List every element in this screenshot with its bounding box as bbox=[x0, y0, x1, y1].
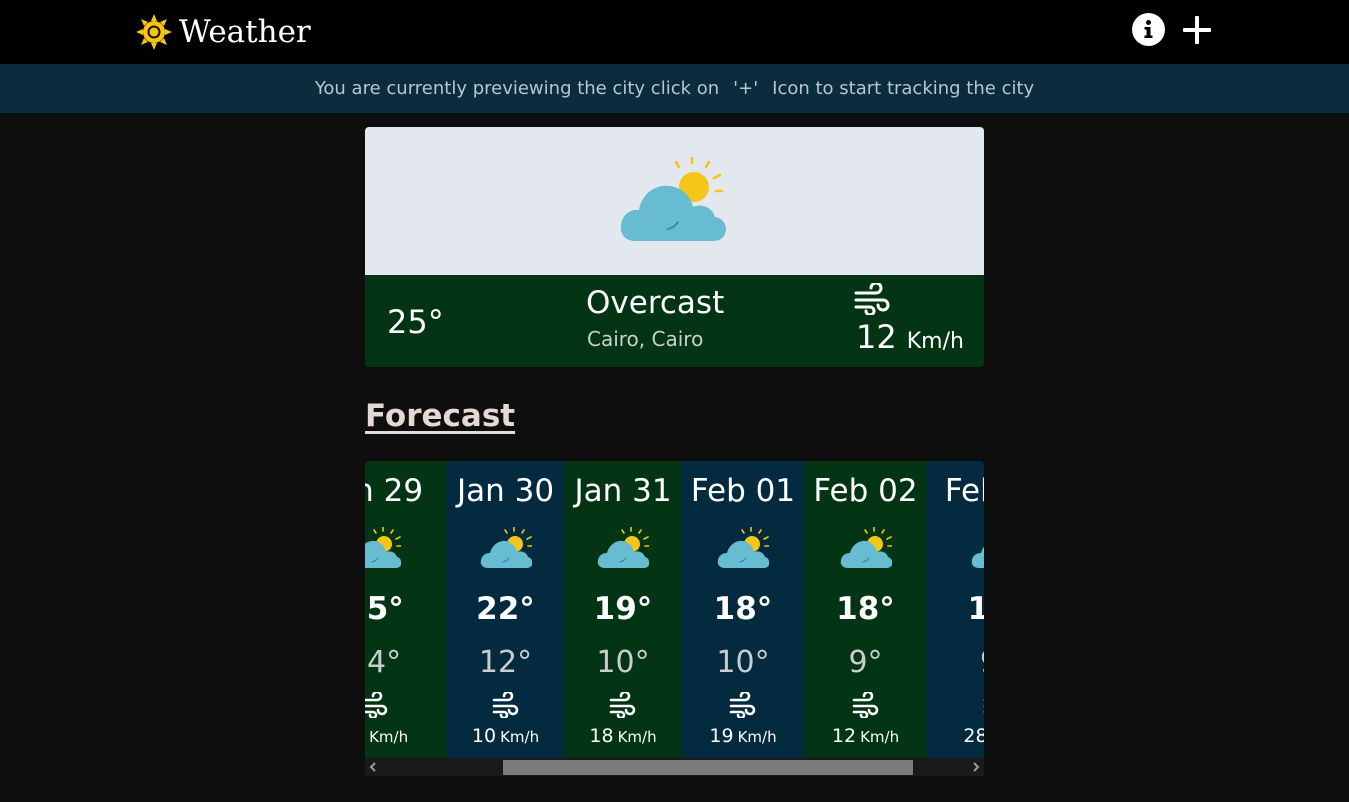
forecast-day-card: Feb 01 18° 10° 19 Km/h bbox=[682, 461, 804, 758]
partly-cloudy-icon bbox=[717, 527, 769, 568]
forecast-wind-unit: Km/h bbox=[500, 728, 540, 746]
wind-icon bbox=[983, 699, 984, 713]
wind-icon bbox=[729, 692, 756, 718]
wind-icon bbox=[365, 692, 387, 718]
brand: Weather bbox=[136, 14, 311, 50]
forecast-wind: 18 Km/h bbox=[564, 725, 682, 747]
forecast-wind: 10Km/h bbox=[365, 725, 447, 747]
forecast-wind-value: 28 bbox=[963, 725, 984, 747]
current-temperature: 25° bbox=[387, 303, 444, 341]
info-button[interactable] bbox=[1132, 13, 1165, 46]
current-weather-card: 25° Overcast Cairo, Cairo 12 Km/h bbox=[365, 127, 984, 367]
banner-plus-symbol: '+' bbox=[733, 78, 759, 99]
forecast-day-card: Feb 03 19° 9° 28Km/h bbox=[927, 461, 984, 758]
forecast-strip-content: Jan 2925°14°10Km/hJan 3022°12°10Km/hJan … bbox=[365, 461, 984, 758]
forecast-low-temp: 12° bbox=[478, 645, 533, 680]
forecast-wind: 19 Km/h bbox=[682, 725, 804, 747]
current-wind: 12 Km/h bbox=[856, 318, 964, 356]
forecast-low-temp: 10° bbox=[596, 645, 650, 680]
current-wind-value: 12 bbox=[856, 318, 897, 356]
forecast-high-temp: 18° bbox=[713, 591, 773, 627]
forecast-low-temp: 9° bbox=[927, 645, 984, 680]
forecast-wind: 12 Km/h bbox=[804, 725, 927, 747]
forecast-wind: 10Km/h bbox=[447, 725, 564, 747]
forecast-low-temp: 9° bbox=[848, 645, 883, 680]
forecast-heading: Forecast bbox=[365, 398, 516, 434]
forecast-high-temp: 22° bbox=[476, 591, 535, 627]
forecast-date: Jan 29 bbox=[365, 473, 424, 509]
scrollbar-thumb[interactable] bbox=[503, 760, 913, 775]
scroll-left-icon[interactable] bbox=[367, 761, 379, 773]
forecast-date: Feb 02 bbox=[813, 473, 918, 509]
partly-cloudy-icon bbox=[840, 527, 892, 568]
banner-text-before: You are currently previewing the city cl… bbox=[314, 78, 720, 99]
forecast-low-temp: 10° bbox=[716, 645, 770, 680]
forecast-wind-value: 19 bbox=[709, 725, 734, 747]
banner-text-after: Icon to start tracking the city bbox=[772, 78, 1035, 99]
partly-cloudy-icon bbox=[365, 527, 401, 568]
scroll-right-icon[interactable] bbox=[970, 761, 982, 773]
sun-icon bbox=[136, 14, 172, 50]
forecast-high-temp: 25° bbox=[365, 591, 404, 627]
forecast-wind-unit: Km/h bbox=[737, 728, 777, 746]
current-wind-unit: Km/h bbox=[906, 329, 964, 354]
app-title: Weather bbox=[179, 14, 311, 50]
forecast-high-temp: 19° bbox=[593, 591, 653, 627]
add-city-button[interactable] bbox=[1182, 15, 1212, 45]
forecast-wind-unit: Km/h bbox=[617, 728, 657, 746]
forecast-wind-unit: Km/h bbox=[369, 728, 409, 746]
current-weather-icon-panel bbox=[365, 127, 984, 275]
forecast-date: Feb 01 bbox=[690, 473, 796, 509]
info-icon bbox=[1144, 20, 1153, 38]
current-weather-details: 25° Overcast Cairo, Cairo 12 Km/h bbox=[365, 275, 984, 367]
wind-icon bbox=[854, 283, 890, 315]
current-location: Cairo, Cairo bbox=[587, 327, 704, 351]
plus-icon bbox=[1183, 16, 1211, 44]
forecast-low-temp: 14° bbox=[365, 645, 402, 680]
wind-icon bbox=[492, 692, 518, 718]
forecast-wind-value: 10 bbox=[471, 725, 497, 747]
forecast-day-card: Feb 02 18° 9° 12 Km/h bbox=[804, 461, 927, 758]
forecast-date: Feb 03 bbox=[944, 473, 984, 509]
forecast-strip[interactable]: Jan 2925°14°10Km/hJan 3022°12°10Km/hJan … bbox=[365, 461, 984, 758]
forecast-wind-value: 12 bbox=[831, 725, 857, 747]
wind-icon bbox=[609, 692, 636, 718]
top-bar: Weather bbox=[0, 0, 1349, 64]
forecast-wind-value: 18 bbox=[589, 725, 614, 747]
partly-cloudy-icon bbox=[480, 527, 532, 568]
forecast-day-card: Jan 30 22° 12° 10 Km/h bbox=[447, 461, 564, 758]
forecast-scrollbar[interactable] bbox=[365, 758, 984, 776]
preview-banner: You are currently previewing the city cl… bbox=[0, 64, 1349, 113]
wind-icon bbox=[852, 692, 878, 718]
forecast-high-temp: 19° bbox=[967, 591, 984, 627]
forecast-wind-unit: Km/h bbox=[860, 728, 900, 746]
forecast-wind: 28Km/h bbox=[927, 725, 984, 747]
partly-cloudy-icon bbox=[620, 157, 726, 241]
forecast-date: Jan 31 bbox=[574, 473, 672, 509]
partly-cloudy-icon bbox=[597, 527, 649, 568]
partly-cloudy-icon bbox=[971, 546, 984, 568]
current-condition: Overcast bbox=[586, 285, 725, 321]
forecast-date: Jan 30 bbox=[456, 473, 555, 509]
forecast-high-temp: 18° bbox=[836, 591, 895, 627]
forecast-day-card: Jan 29 25° 14° 10Km/h bbox=[365, 461, 447, 758]
forecast-day-card: Jan 31 19° 10° 18 Km/h bbox=[564, 461, 682, 758]
